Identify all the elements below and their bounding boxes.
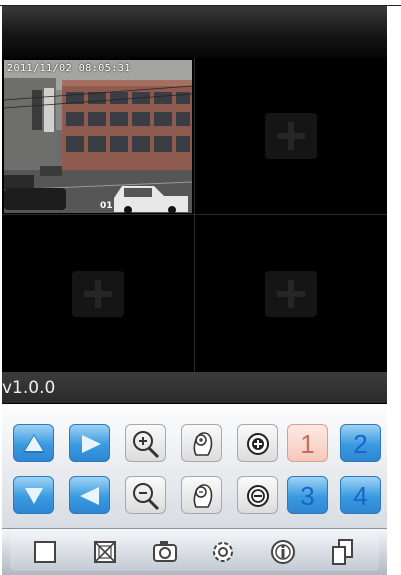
info-icon [271,540,295,564]
video-cell-1[interactable]: 2011/11/02 08:05:31 01 [2,58,195,215]
arrow-right-icon [82,435,101,453]
info-button[interactable] [266,535,300,569]
iris-close-button[interactable] [237,476,278,514]
zoom-out-icon [133,483,160,511]
add-camera-4-button[interactable] [265,270,317,317]
video-grid: 2011/11/02 08:05:31 01 [2,58,387,372]
bottom-toolbar [2,528,387,575]
zoom-in-button[interactable] [125,424,166,462]
multi-page-icon [332,539,353,565]
ptz-right-button[interactable] [69,424,110,462]
app-window: 2011/11/02 08:05:31 01 v1.0.0 1 2 3 4 [2,6,387,575]
add-camera-2-button[interactable] [265,113,317,159]
video-cell-4[interactable] [195,215,387,372]
focus-far-button[interactable] [181,476,222,514]
add-camera-3-button[interactable] [72,270,124,317]
focus-in-icon [193,432,213,456]
camera-timestamp: 2011/11/02 08:05:31 [7,63,131,74]
video-cell-2[interactable] [195,58,387,215]
camera-channel-label: 01 [100,201,113,211]
single-view-button[interactable] [28,535,62,569]
focus-near-button[interactable] [181,424,222,462]
version-bar: v1.0.0 [2,372,387,403]
zoom-in-icon [133,431,160,459]
control-panel: 1 2 3 4 [2,404,387,528]
single-view-icon [34,541,56,563]
channel-1-button[interactable]: 1 [287,424,328,462]
ptz-down-button[interactable] [13,476,54,514]
channel-2-button[interactable]: 2 [340,424,381,462]
ptz-up-button[interactable] [13,424,54,462]
camera-image [4,60,192,213]
quad-view-button[interactable] [88,535,122,569]
snapshot-button[interactable] [148,535,182,569]
channel-4-button[interactable]: 4 [340,476,381,514]
ptz-left-button[interactable] [69,476,110,514]
iris-open-button[interactable] [237,424,278,462]
arrow-down-icon [25,488,43,504]
sub-title-bar [2,34,387,58]
arrow-left-icon [80,487,99,505]
quad-view-icon [94,541,116,563]
settings-button[interactable] [206,535,240,569]
channel-3-button[interactable]: 3 [287,476,328,514]
arrow-up-icon [23,434,45,453]
plus-circle-icon [247,433,269,455]
minus-circle-icon [247,485,269,507]
video-cell-3[interactable] [2,215,195,372]
multi-page-button[interactable] [326,535,360,569]
zoom-out-button[interactable] [125,476,166,514]
title-bar [2,6,387,34]
version-label: v1.0.0 [2,378,56,398]
focus-out-icon [193,484,213,508]
camera-feed-1[interactable]: 2011/11/02 08:05:31 01 [4,60,192,213]
snapshot-icon [153,541,177,562]
settings-icon [213,542,233,562]
